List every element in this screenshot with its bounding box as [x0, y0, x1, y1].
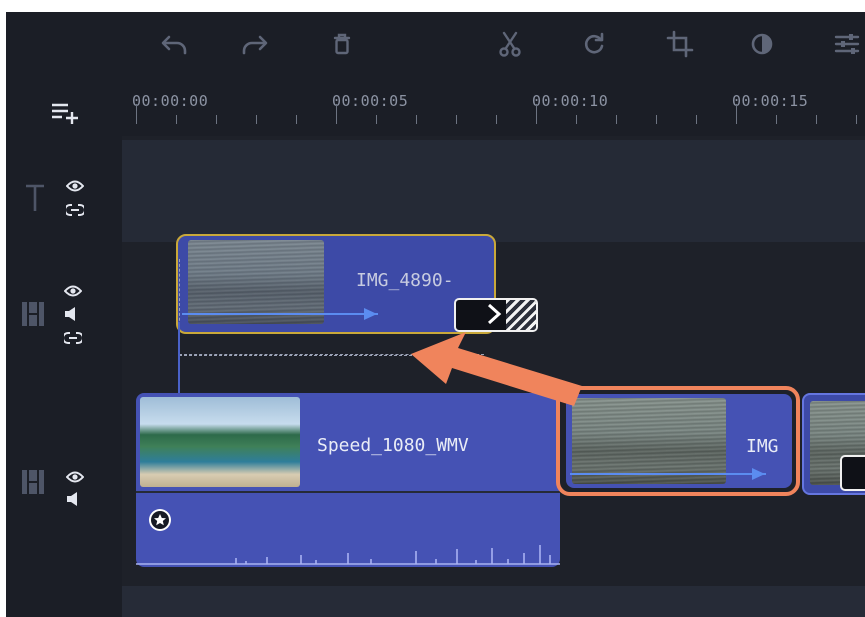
eye-icon[interactable]	[65, 469, 85, 488]
minor-tick	[496, 115, 497, 124]
crop-button[interactable]	[662, 26, 698, 62]
add-track-icon	[52, 103, 78, 124]
clip-label: IMG	[746, 436, 779, 457]
undo-icon	[161, 35, 187, 55]
video-track-icon	[22, 302, 44, 330]
color-adjust-button[interactable]	[744, 26, 780, 62]
minor-tick	[616, 115, 617, 124]
rotate-icon	[584, 32, 604, 54]
chevron-right-icon	[487, 303, 502, 325]
minor-tick	[856, 115, 857, 124]
add-track-button[interactable]	[50, 98, 82, 130]
minor-tick	[176, 115, 177, 124]
ruler-label: 00:00:00	[132, 92, 209, 110]
speaker-icon[interactable]	[64, 306, 82, 325]
speaker-icon[interactable]	[66, 491, 84, 510]
scissors-icon	[499, 31, 521, 57]
ruler-label: 00:00:05	[332, 92, 409, 110]
next-clip[interactable]	[802, 393, 865, 495]
clip-divider	[136, 491, 560, 493]
link-icon[interactable]	[64, 202, 86, 221]
minor-tick	[816, 115, 817, 124]
ruler-label: 00:00:10	[532, 92, 609, 110]
clip-thumbnail	[140, 397, 300, 487]
crop-icon	[666, 30, 694, 58]
trash-icon	[333, 33, 351, 55]
timeline-toolbar	[6, 12, 865, 78]
minor-tick	[256, 115, 257, 124]
overlay-connector	[178, 322, 180, 396]
redo-button[interactable]	[236, 26, 272, 62]
major-tick	[336, 104, 337, 124]
clip-label: Speed_1080_WMV	[317, 435, 469, 456]
audio-waveform	[136, 545, 560, 565]
contrast-icon	[751, 33, 773, 55]
eye-icon[interactable]	[63, 283, 83, 302]
redo-icon	[242, 35, 268, 55]
arrow-head-icon	[752, 468, 765, 480]
major-tick	[136, 104, 137, 124]
transition-pattern	[506, 300, 536, 330]
minor-tick	[696, 115, 697, 124]
transition-button[interactable]	[840, 455, 865, 491]
cut-button[interactable]	[492, 26, 528, 62]
track-controls-column	[6, 78, 122, 617]
minor-tick	[376, 115, 377, 124]
delete-button[interactable]	[324, 26, 360, 62]
minor-tick	[656, 115, 657, 124]
clip-link-line	[570, 473, 766, 475]
minor-tick	[296, 115, 297, 124]
title-track[interactable]	[122, 140, 865, 242]
main-clip[interactable]: Speed_1080_WMV	[136, 393, 560, 567]
video-editor-timeline: 00:00:00 00:00:05 00:00:10 00:00:15 IMG_…	[6, 12, 865, 617]
major-tick	[536, 104, 537, 124]
instruction-arrow	[411, 332, 582, 406]
minor-tick	[456, 115, 457, 124]
video-track-icon	[22, 470, 44, 498]
minor-tick	[576, 115, 577, 124]
undo-button[interactable]	[157, 26, 193, 62]
properties-button[interactable]	[829, 26, 865, 62]
minor-tick	[776, 115, 777, 124]
title-track-icon	[24, 183, 46, 217]
empty-track[interactable]	[122, 586, 865, 617]
sliders-icon	[834, 34, 860, 54]
rotate-button[interactable]	[576, 26, 612, 62]
link-icon[interactable]	[62, 330, 84, 349]
transition-button[interactable]	[454, 298, 538, 332]
time-ruler[interactable]: 00:00:00 00:00:05 00:00:10 00:00:15	[122, 78, 865, 136]
ruler-label: 00:00:15	[732, 92, 809, 110]
minor-tick	[216, 115, 217, 124]
eye-icon[interactable]	[65, 178, 85, 197]
minor-tick	[416, 115, 417, 124]
drop-placeholder-line	[179, 355, 422, 356]
major-tick	[736, 104, 737, 124]
star-icon[interactable]	[148, 508, 172, 532]
